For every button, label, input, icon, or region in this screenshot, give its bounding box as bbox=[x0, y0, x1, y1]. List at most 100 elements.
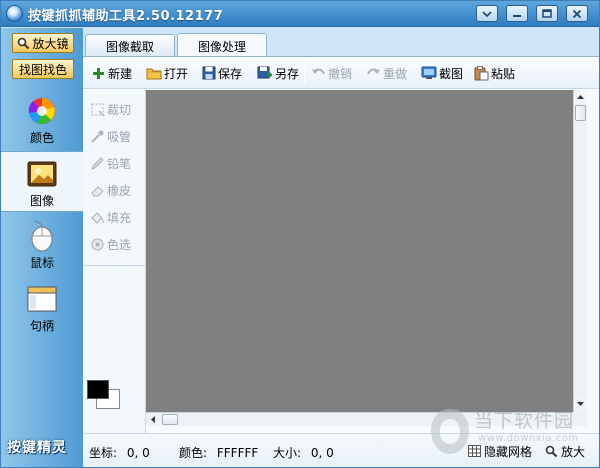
save-as-button[interactable]: 另存 bbox=[257, 63, 299, 83]
save-icon bbox=[202, 66, 216, 80]
color-label: 颜色: bbox=[179, 446, 208, 460]
maximize-button[interactable] bbox=[536, 5, 558, 22]
open-button[interactable]: 打开 bbox=[146, 63, 188, 83]
scrollbar-corner bbox=[573, 412, 587, 426]
brand-logo: 按键精灵 bbox=[7, 440, 67, 456]
zoom-label: 放大 bbox=[561, 444, 586, 459]
close-icon bbox=[572, 9, 582, 18]
horizontal-scroll-thumb[interactable] bbox=[162, 414, 178, 425]
window-icon bbox=[27, 286, 57, 312]
minimize-button[interactable] bbox=[506, 5, 528, 22]
new-label: 新建 bbox=[108, 66, 133, 81]
scroll-up-button[interactable] bbox=[574, 90, 587, 104]
eraser-icon bbox=[91, 185, 104, 196]
vertical-scroll-thumb[interactable] bbox=[575, 105, 586, 121]
toolbar: 新建 打开 保存 另存 撤销 重做 截图 粘贴 bbox=[83, 57, 599, 89]
tool-eyedropper[interactable]: 吸管 bbox=[90, 126, 131, 146]
tool-label: 橡皮 bbox=[107, 183, 132, 198]
chevron-down-icon bbox=[482, 10, 492, 17]
paste-label: 粘贴 bbox=[491, 66, 516, 81]
find-image-color-button[interactable]: 找图找色 bbox=[12, 59, 74, 79]
vertical-scrollbar[interactable] bbox=[573, 90, 587, 412]
horizontal-scrollbar[interactable] bbox=[146, 412, 573, 426]
undo-button[interactable]: 撤销 bbox=[311, 63, 352, 83]
left-sidebar: 放大镜 找图找色 颜色 图像 鼠标 句柄 按键精灵 bbox=[1, 28, 84, 467]
close-button[interactable] bbox=[566, 5, 588, 22]
crop-icon bbox=[91, 103, 105, 117]
redo-button[interactable]: 重做 bbox=[366, 63, 407, 83]
magnifier-label: 放大镜 bbox=[32, 36, 69, 51]
tool-eraser[interactable]: 橡皮 bbox=[90, 180, 131, 200]
nav-item-image[interactable]: 图像 bbox=[1, 151, 84, 212]
size-label: 大小: bbox=[273, 446, 302, 460]
arrow-up-icon bbox=[577, 95, 584, 99]
tool-fill[interactable]: 填充 bbox=[90, 207, 131, 227]
paste-button[interactable]: 粘贴 bbox=[474, 63, 515, 83]
paste-icon bbox=[474, 65, 489, 80]
mouse-icon bbox=[31, 220, 53, 252]
foreground-color-swatch[interactable] bbox=[87, 380, 109, 399]
folder-icon bbox=[146, 68, 162, 80]
tool-column: 裁切 吸管 铅笔 橡皮 填充 色选 bbox=[83, 90, 146, 433]
toolbar-separator bbox=[304, 62, 305, 84]
redo-label: 重做 bbox=[383, 66, 408, 81]
coords-readout: 坐标: 0, 0 bbox=[89, 444, 150, 461]
tab-image-processing[interactable]: 图像处理 bbox=[177, 33, 267, 58]
tool-label: 填充 bbox=[107, 210, 132, 225]
find-image-color-label: 找图找色 bbox=[18, 62, 67, 77]
scroll-down-button[interactable] bbox=[574, 397, 587, 411]
search-icon bbox=[545, 445, 558, 457]
screenshot-button[interactable]: 截图 bbox=[421, 63, 463, 83]
image-processing-panel: 新建 打开 保存 另存 撤销 重做 截图 粘贴 裁切 吸管 铅笔 橡皮 填充 色… bbox=[83, 56, 599, 467]
size-value: 0, 0 bbox=[310, 446, 334, 460]
save-as-icon bbox=[257, 66, 272, 79]
hide-grid-button[interactable]: 隐藏网格 bbox=[468, 441, 532, 461]
image-canvas[interactable] bbox=[146, 90, 573, 412]
title-bar[interactable]: 按键抓抓辅助工具2.50.12177 bbox=[1, 1, 599, 27]
eyedropper-icon bbox=[91, 130, 104, 143]
redo-icon bbox=[367, 68, 380, 75]
tab-label: 图像截取 bbox=[105, 39, 154, 54]
nav-label-image: 图像 bbox=[29, 194, 54, 208]
grid-icon bbox=[468, 445, 481, 457]
save-label: 保存 bbox=[218, 66, 243, 81]
nav-item-mouse[interactable]: 鼠标 bbox=[1, 214, 83, 274]
save-as-label: 另存 bbox=[275, 66, 300, 81]
tool-label: 铅笔 bbox=[107, 156, 132, 171]
nav-label-color: 颜色 bbox=[29, 131, 54, 145]
coords-label: 坐标: bbox=[89, 446, 118, 460]
hide-grid-label: 隐藏网格 bbox=[484, 444, 533, 459]
nav-item-handle[interactable]: 句柄 bbox=[1, 277, 83, 337]
zoom-button[interactable]: 放大 bbox=[545, 441, 585, 461]
tool-label: 吸管 bbox=[107, 129, 132, 144]
open-label: 打开 bbox=[164, 66, 189, 81]
scroll-left-button[interactable] bbox=[146, 413, 160, 426]
tab-label: 图像处理 bbox=[197, 39, 246, 54]
undo-label: 撤销 bbox=[328, 66, 353, 81]
app-icon bbox=[6, 5, 23, 22]
color-wheel-icon bbox=[28, 98, 55, 124]
nav-label-mouse: 鼠标 bbox=[29, 256, 54, 270]
arrow-down-icon bbox=[577, 402, 584, 406]
new-button[interactable]: 新建 bbox=[91, 63, 132, 83]
nav-item-color[interactable]: 颜色 bbox=[1, 89, 83, 149]
maximize-icon bbox=[542, 9, 552, 18]
tool-crop[interactable]: 裁切 bbox=[90, 99, 131, 119]
search-icon bbox=[18, 37, 30, 49]
menu-dropdown-button[interactable] bbox=[476, 5, 498, 22]
window-title: 按键抓抓辅助工具2.50.12177 bbox=[28, 9, 224, 24]
tool-color-select[interactable]: 色选 bbox=[90, 234, 131, 254]
screenshot-label: 截图 bbox=[439, 66, 464, 81]
save-button[interactable]: 保存 bbox=[202, 63, 242, 83]
tool-label: 色选 bbox=[107, 237, 132, 252]
tab-bar: 图像截取 图像处理 bbox=[83, 28, 599, 58]
tool-pencil[interactable]: 铅笔 bbox=[90, 153, 131, 173]
color-value: FFFFFF bbox=[216, 446, 259, 460]
arrow-left-icon bbox=[151, 416, 155, 423]
color-select-icon bbox=[91, 238, 104, 250]
magnifier-button[interactable]: 放大镜 bbox=[12, 33, 74, 53]
pencil-icon bbox=[91, 156, 104, 170]
coords-value: 0, 0 bbox=[126, 446, 150, 460]
size-readout: 大小: 0, 0 bbox=[273, 444, 334, 461]
tab-image-capture[interactable]: 图像截取 bbox=[85, 34, 175, 57]
